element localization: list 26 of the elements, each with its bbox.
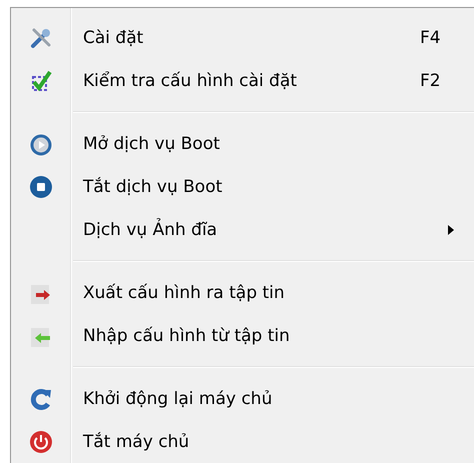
menu-item-label: Kiểm tra cấu hình cài đặt	[83, 70, 297, 90]
play-circle-icon	[29, 132, 53, 156]
shortcut-label: F4	[420, 28, 441, 48]
menu-item[interactable]: Xuất cấu hình ra tập tin	[11, 271, 474, 314]
menu-item[interactable]: Nhập cấu hình từ tập tin	[11, 314, 474, 357]
menu-item[interactable]: Khởi động lại máy chủ	[11, 377, 474, 420]
menu-item[interactable]: Tắt dịch vụ Boot	[11, 165, 474, 208]
menu-item[interactable]: Cài đặt F4	[11, 16, 474, 59]
menu-item-label: Cài đặt	[83, 28, 144, 48]
menu-item[interactable]: Tắt máy chủ	[11, 420, 474, 463]
menu-item-label: Mở dịch vụ Boot	[83, 134, 220, 154]
menu-item-label: Khởi động lại máy chủ	[83, 388, 272, 408]
checkmark-icon	[29, 68, 53, 92]
menu-item-label: Xuất cấu hình ra tập tin	[83, 282, 285, 302]
stop-circle-icon	[29, 174, 53, 198]
power-icon	[29, 430, 53, 454]
menu-item-label: Tắt máy chủ	[83, 432, 190, 452]
restart-icon	[29, 386, 53, 410]
menu-item-label: Tắt dịch vụ Boot	[83, 176, 222, 196]
shortcut-label: F2	[420, 70, 441, 90]
menu-item[interactable]: Dịch vụ Ảnh đĩa	[11, 208, 474, 251]
menu-item-label: Nhập cấu hình từ tập tin	[83, 326, 290, 346]
menu-item[interactable]: Kiểm tra cấu hình cài đặt F2	[11, 59, 474, 102]
wrench-screwdriver-icon	[29, 26, 53, 50]
menu-item-label: Dịch vụ Ảnh đĩa	[83, 220, 218, 240]
menu-item[interactable]: Mở dịch vụ Boot	[11, 122, 474, 165]
